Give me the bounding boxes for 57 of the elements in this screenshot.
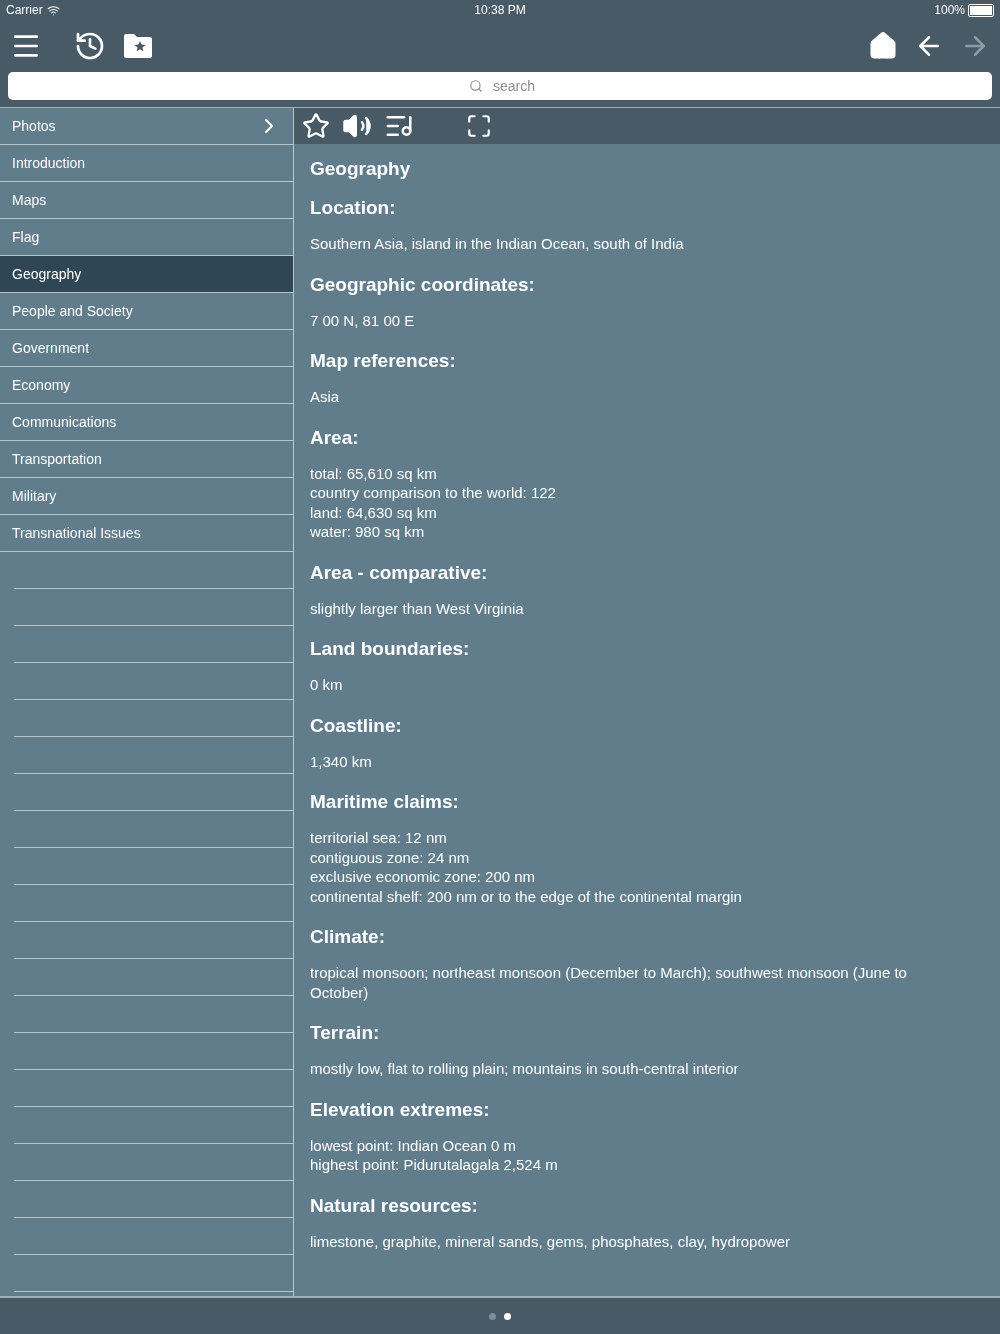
section-heading: Geographic coordinates: [310, 272, 536, 297]
home-button[interactable] [868, 31, 898, 61]
section-text: highest point: Pidurutalagala 2,524 m [310, 1155, 559, 1175]
sidebar-item[interactable]: Transnational Issues [0, 515, 293, 552]
carrier-label: Carrier [6, 3, 43, 17]
history-button[interactable] [74, 30, 106, 62]
favorite-button[interactable] [302, 112, 330, 140]
section-heading: Terrain: [310, 1021, 381, 1045]
section-heading: Coastline: [310, 713, 403, 738]
section-text: lowest point: Indian Ocean 0 m [310, 1135, 517, 1155]
sidebar-item[interactable]: Economy [0, 367, 293, 404]
status-time: 10:38 PM [474, 3, 526, 17]
section-text: limestone, graphite, mineral sands, gems, phosphates, clay, hydropower [310, 1231, 791, 1251]
section-heading: Natural resources: [310, 1193, 479, 1218]
sidebar-item[interactable]: Transportation [0, 441, 293, 478]
page-dot[interactable] [489, 1312, 496, 1320]
section-text: 7 00 N, 81 00 E [310, 310, 416, 330]
bookmark-folder-button[interactable] [122, 32, 154, 60]
section-text: country comparison to the world: 122 [310, 483, 557, 503]
article-title: Geography [310, 157, 412, 181]
section-text: 0 km [310, 675, 344, 695]
section-text: Southern Asia, island in the Indian Ocean, south of India [310, 234, 685, 254]
section-text: 1,340 km [310, 751, 373, 771]
sidebar-item[interactable]: People and Society [0, 293, 293, 330]
section-text: total: 65,610 sq km [310, 463, 438, 483]
section-text: Asia [310, 387, 341, 407]
battery-label: 100% [934, 3, 965, 17]
battery-icon [968, 3, 994, 17]
section-text: exclusive economic zone: 200 nm [310, 867, 537, 887]
section-heading: Area: [310, 425, 360, 450]
section-heading: Climate: [310, 925, 386, 949]
sidebar-item[interactable]: Maps [0, 182, 293, 219]
section-text: territorial sea: 12 nm [310, 828, 448, 848]
section-text: water: 980 sq km [310, 522, 426, 542]
section-heading: Maritime claims: [310, 790, 460, 814]
sidebar-item[interactable]: Photos [0, 108, 293, 145]
search-icon [469, 79, 483, 93]
sidebar-item[interactable]: Geography [0, 256, 293, 293]
page-dot[interactable] [504, 1312, 511, 1320]
sidebar-item[interactable]: Government [0, 330, 293, 367]
section-heading: Location: [310, 196, 397, 220]
search-field[interactable]: search [8, 72, 992, 100]
section-heading: Area - comparative: [310, 560, 489, 585]
section-text: contiguous zone: 24 nm [310, 847, 471, 867]
section-text: continental shelf: 200 nm or to the edge of the continental margin [310, 886, 743, 906]
wifi-icon [46, 3, 60, 17]
sidebar-item[interactable]: Communications [0, 404, 293, 441]
section-text: slightly larger than West Virginia [310, 598, 525, 618]
section-heading: Map references: [310, 349, 457, 373]
section-text: tropical monsoon; northeast monsoon (December to March); southwest monsoon (June to October) [310, 963, 908, 1002]
section-text: mostly low, flat to rolling plain; mountains in south-central interior [310, 1059, 740, 1079]
section-heading: Land boundaries: [310, 637, 471, 661]
fullscreen-button[interactable] [466, 113, 492, 139]
section-heading: Elevation extremes: [310, 1097, 491, 1122]
sidebar-item[interactable]: Military [0, 478, 293, 515]
sidebar-item[interactable]: Introduction [0, 145, 293, 182]
section-text: land: 64,630 sq km [310, 502, 438, 522]
